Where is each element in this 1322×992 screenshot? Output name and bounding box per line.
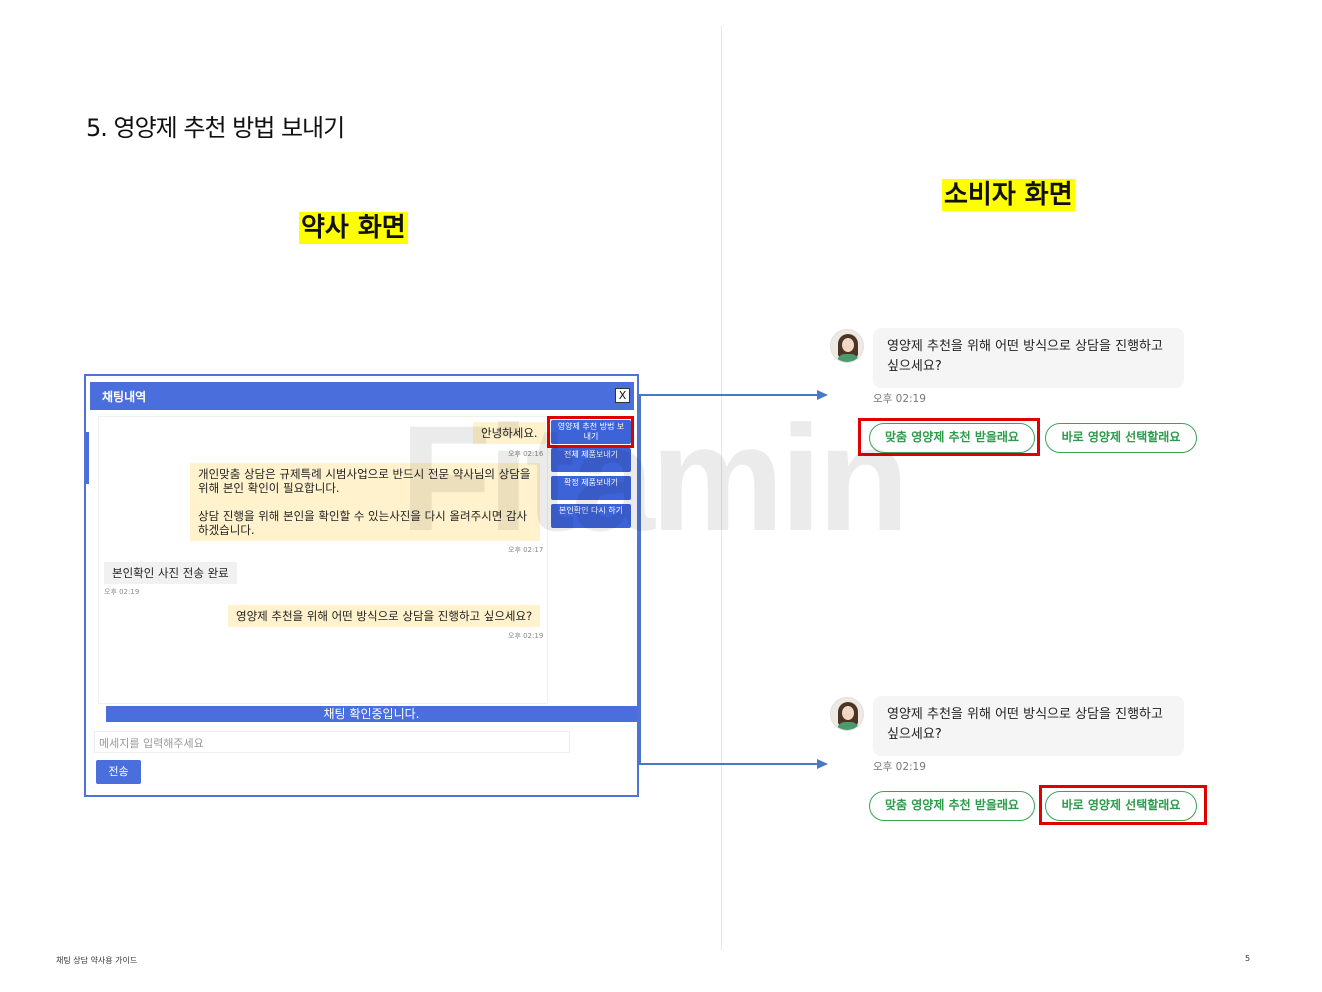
message-input[interactable]: 메세지를 입력해주세요 xyxy=(94,731,570,753)
emphasis-box xyxy=(858,418,1040,456)
chat-header: 채팅내역 X xyxy=(90,382,634,410)
message-time: 오후 02:19 xyxy=(873,761,926,773)
message-time: 오후 02:19 xyxy=(104,588,140,596)
pharmacist-avatar xyxy=(830,329,864,363)
send-all-products-button[interactable]: 전체 제품보내기 xyxy=(551,448,631,472)
chat-status-bar: 채팅 확인중입니다. xyxy=(106,706,637,722)
reverify-identity-button[interactable]: 본인확인 다시 하기 xyxy=(551,504,631,528)
center-divider xyxy=(721,26,722,950)
arrow-head-icon xyxy=(817,390,828,400)
consumer-screen-label: 소비자 화면 xyxy=(942,179,1075,211)
arrow-head-icon xyxy=(817,759,828,769)
pharmacist-screen-label: 약사 화면 xyxy=(299,212,408,244)
emphasis-box xyxy=(1039,785,1207,825)
consumer-chat-message: 영양제 추천을 위해 어떤 방식으로 상담을 진행하고 싶으세요? xyxy=(873,696,1184,756)
message-time: 오후 02:17 xyxy=(508,546,544,554)
chat-message-out: 개인맞춤 상담은 규제특례 시범사업으로 반드시 전문 약사님의 상담을 위해 … xyxy=(190,463,540,541)
custom-recommendation-button[interactable]: 맞춤 영양제 추천 받을래요 xyxy=(869,791,1035,821)
send-button[interactable]: 전송 xyxy=(96,760,141,784)
window-edge-strip xyxy=(86,432,89,484)
page-title: 5. 영양제 추천 방법 보내기 xyxy=(86,114,345,142)
consumer-chat-message: 영양제 추천을 위해 어떤 방식으로 상담을 진행하고 싶으세요? xyxy=(873,328,1184,388)
direct-select-button[interactable]: 바로 영양제 선택할래요 xyxy=(1045,423,1197,453)
chat-message-out: 안녕하세요. xyxy=(473,422,546,444)
send-confirmed-products-button[interactable]: 확정 제품보내기 xyxy=(551,476,631,500)
close-button[interactable]: X xyxy=(615,388,630,403)
emphasis-box xyxy=(547,416,634,448)
chat-message-out: 영양제 추천을 위해 어떤 방식으로 상담을 진행하고 싶으세요? xyxy=(228,605,541,627)
message-time: 오후 02:19 xyxy=(873,393,926,405)
message-time: 오후 02:16 xyxy=(508,450,544,458)
arrow-line xyxy=(639,394,819,396)
message-area xyxy=(98,416,548,704)
arrow-line xyxy=(639,763,819,765)
pharmacist-avatar xyxy=(830,697,864,731)
pharmacist-chat-window: 채팅내역 X 안녕하세요. 오후 02:16 개인맞춤 상담은 규제특례 시범사… xyxy=(84,374,639,797)
arrow-line xyxy=(639,395,641,765)
chat-message-in: 본인확인 사진 전송 완료 xyxy=(104,562,237,584)
footer-guide-title: 채팅 상담 약사용 가이드 xyxy=(56,956,138,965)
chat-header-title: 채팅내역 xyxy=(102,390,147,404)
page-number: 5 xyxy=(1245,954,1251,963)
message-time: 오후 02:19 xyxy=(508,632,544,640)
